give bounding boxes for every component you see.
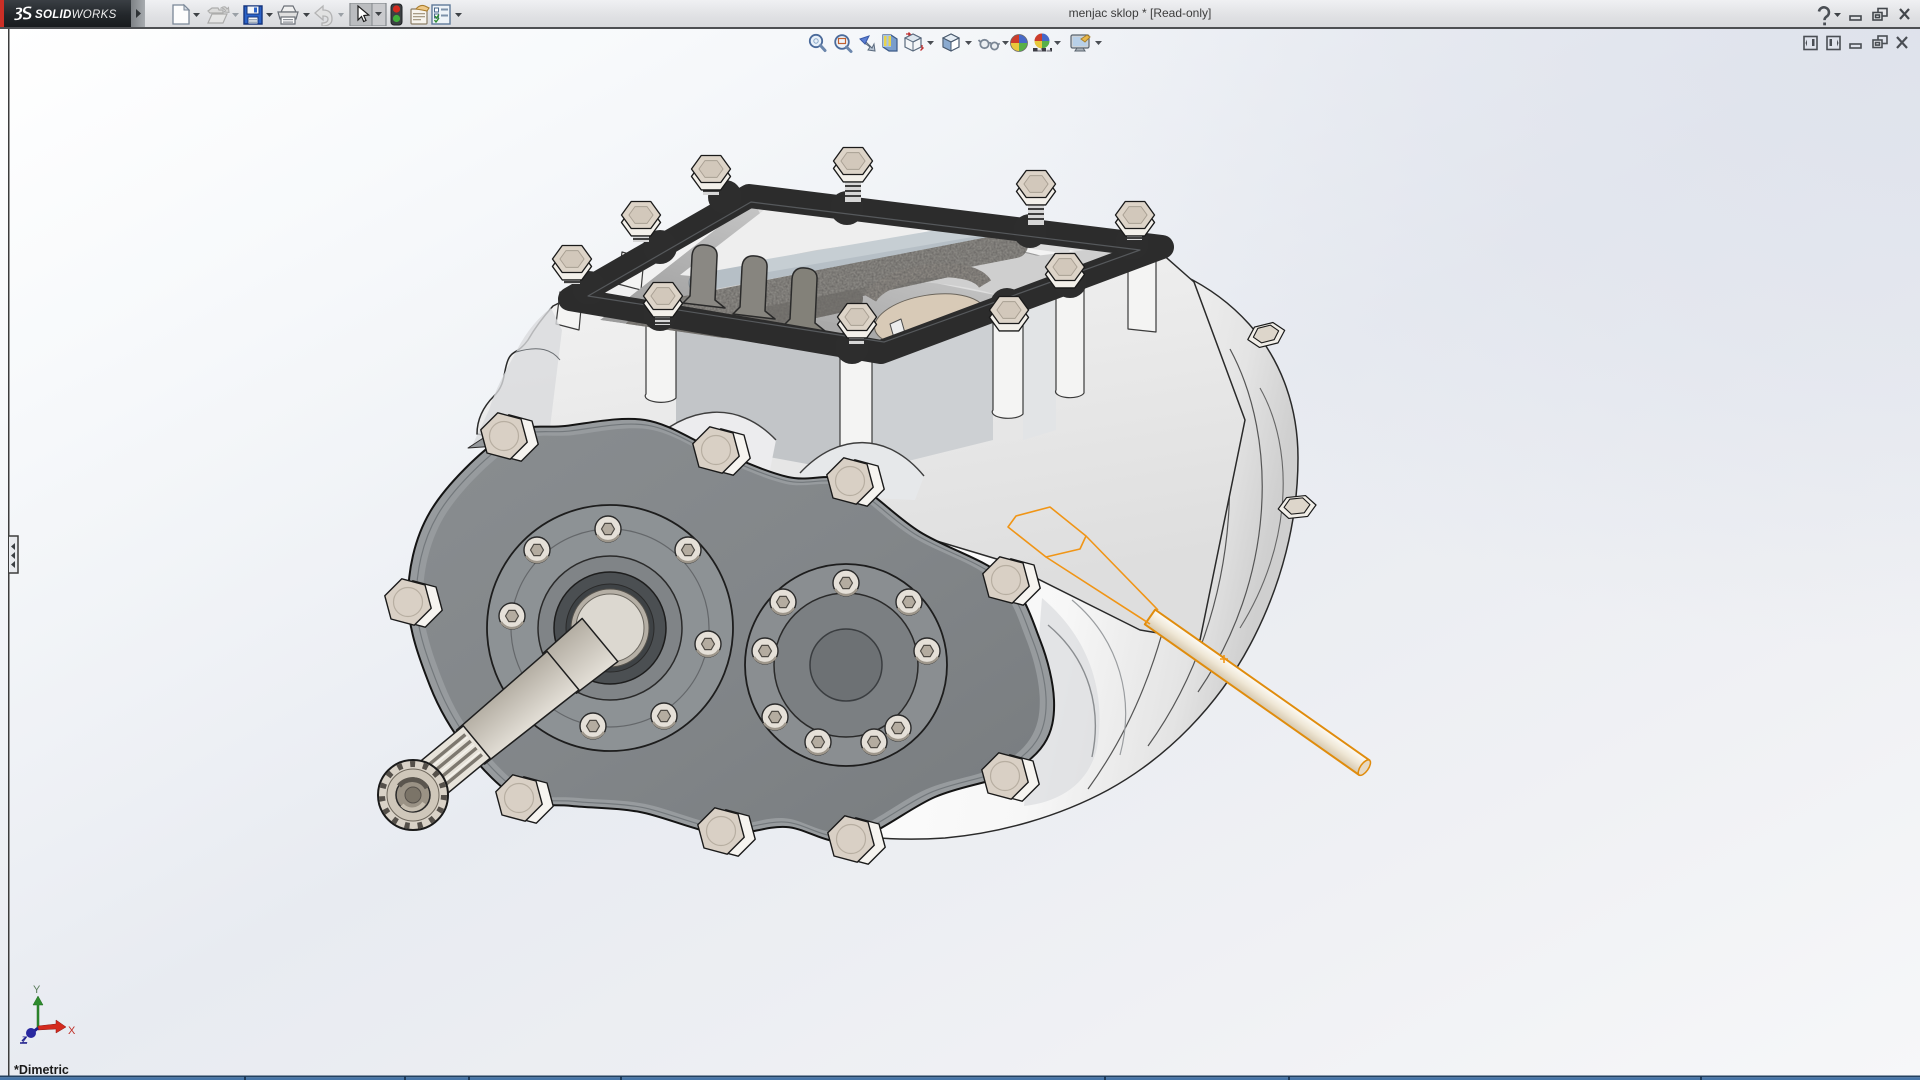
svg-text:*Dimetric: *Dimetric — [14, 1063, 69, 1077]
svg-text:SOLIDWORKS: SOLIDWORKS — [35, 9, 117, 21]
svg-text:Y: Y — [33, 984, 41, 996]
svg-text:X: X — [68, 1025, 76, 1037]
svg-text:Z: Z — [22, 1035, 28, 1045]
